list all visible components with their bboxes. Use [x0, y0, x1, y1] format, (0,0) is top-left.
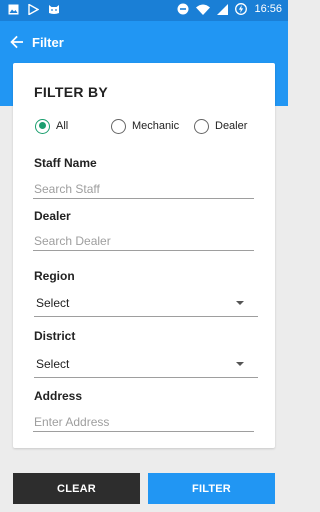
dropdown-arrow-icon — [236, 301, 244, 305]
status-bar-notifications — [8, 4, 60, 15]
radio-unchecked-icon[interactable] — [111, 118, 126, 134]
battery-charging-icon — [235, 3, 248, 15]
staff-name-label: Staff Name — [34, 156, 97, 170]
status-bar-system: 16:56 — [177, 3, 282, 15]
image-icon — [8, 4, 19, 15]
filter-by-heading: FILTER BY — [34, 84, 108, 100]
filter-button[interactable]: FILTER — [148, 473, 275, 504]
status-time: 16:56 — [254, 3, 282, 15]
radio-all[interactable]: All — [35, 117, 68, 135]
region-select[interactable]: Select — [34, 289, 258, 317]
region-label: Region — [34, 269, 75, 283]
wifi-icon — [196, 4, 211, 15]
district-label: District — [34, 329, 76, 343]
address-label: Address — [34, 389, 83, 403]
status-bar: 16:56 — [0, 0, 288, 21]
signal-icon — [217, 3, 229, 15]
dealer-search-input[interactable] — [33, 231, 254, 251]
page-title: Filter — [32, 35, 64, 50]
radio-unchecked-icon[interactable] — [194, 118, 209, 134]
radio-dealer[interactable]: Dealer — [194, 117, 247, 135]
address-input[interactable] — [33, 412, 254, 432]
radio-dealer-label: Dealer — [215, 120, 248, 132]
dealer-label: Dealer — [34, 209, 71, 223]
minus-circle-icon — [177, 3, 189, 15]
radio-mechanic[interactable]: Mechanic — [111, 117, 179, 135]
clear-button[interactable]: CLEAR — [13, 473, 140, 504]
radio-mechanic-label: Mechanic — [132, 120, 180, 132]
filter-card: FILTER BY All Mechanic Dealer Staff Name… — [13, 63, 275, 448]
filter-type-radio-group: All Mechanic Dealer — [35, 117, 271, 135]
district-select[interactable]: Select — [34, 350, 258, 378]
radio-checked-icon[interactable] — [35, 118, 50, 134]
arrow-left-icon[interactable] — [8, 33, 26, 51]
region-selected-value: Select — [36, 296, 70, 310]
district-selected-value: Select — [36, 357, 70, 371]
cat-icon — [49, 5, 59, 14]
staff-search-input[interactable] — [33, 179, 254, 199]
play-store-icon — [28, 4, 39, 15]
dropdown-arrow-icon — [236, 362, 244, 366]
radio-all-label: All — [56, 120, 69, 132]
